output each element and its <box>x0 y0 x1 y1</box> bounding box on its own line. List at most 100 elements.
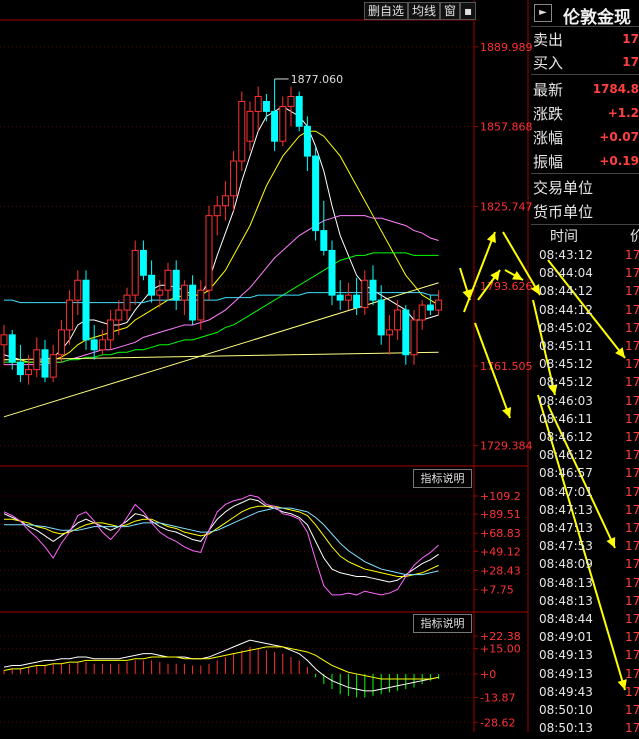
tick-price: 178 <box>625 375 639 390</box>
candle-body <box>148 274 156 296</box>
candle-body <box>410 319 418 356</box>
tick-row: 08:46:12 178 <box>531 430 639 448</box>
candle-body <box>221 195 229 207</box>
y-tick-label: +89.51 <box>480 508 521 521</box>
quote-panel: ► 伦敦金现 卖出 17 买入 17 最新 1784.8 涨跌 +1.2 涨幅 … <box>531 0 639 736</box>
candle-body <box>74 279 82 301</box>
tick-header: 时间 价 <box>531 224 639 249</box>
candle-body <box>320 230 328 251</box>
candle-body <box>8 334 16 363</box>
pct-row: 涨幅 +0.07 <box>531 124 639 149</box>
y-tick-label: +0 <box>480 668 496 681</box>
candle-body <box>426 304 434 311</box>
tick-time: 08:49:13 <box>539 666 593 681</box>
tick-price: 178 <box>625 612 639 626</box>
tick-price: 178 <box>625 630 639 645</box>
sell-value: 17 <box>622 32 639 46</box>
ma-button[interactable]: 均线 <box>408 2 441 20</box>
tick-row: 08:50:10 178 <box>531 703 639 721</box>
chart-toolbar: 删自选 均线 窗 ▪ <box>364 2 477 20</box>
candle-body <box>238 100 246 162</box>
candle-body <box>418 304 426 321</box>
y-tick-label: 1857.868 <box>480 121 533 134</box>
tick-row: 08:48:44 178 <box>531 612 639 630</box>
candle-body <box>66 299 74 331</box>
indicator-help-button-2[interactable]: 指标说明 <box>413 614 472 633</box>
buy-label: 买入 <box>533 54 564 72</box>
candle-body <box>254 95 262 112</box>
tick-price: 178 <box>625 411 639 426</box>
time-header: 时间 <box>550 229 578 245</box>
buy-value: 17 <box>622 55 639 69</box>
y-tick-label: 1825.747 <box>480 200 533 213</box>
tick-time: 08:46:03 <box>539 393 593 408</box>
candle-body <box>16 361 24 376</box>
last-row: 最新 1784.8 <box>531 76 639 101</box>
candle-body <box>328 249 336 296</box>
candle-body <box>0 334 8 346</box>
candle-body <box>33 349 41 371</box>
tick-row: 08:46:12 178 <box>531 448 639 466</box>
candle-body <box>172 269 180 301</box>
tick-row: 08:47:01 178 <box>531 485 639 503</box>
tick-time: 08:49:01 <box>539 630 593 645</box>
candle-body <box>336 294 344 301</box>
indicator-help-button-1[interactable]: 指标说明 <box>413 469 472 488</box>
candle-body <box>385 329 393 336</box>
y-tick-label: 1729.384 <box>480 440 533 453</box>
y-tick-label: +49.12 <box>480 545 521 558</box>
tick-time: 08:43:12 <box>539 248 593 262</box>
kdj-line-4 <box>3 494 439 596</box>
tick-time: 08:46:11 <box>539 411 593 426</box>
tick-row: 08:48:09 178 <box>531 557 639 575</box>
tick-time: 08:45:12 <box>539 357 593 372</box>
y-tick-label: 1889.989 <box>480 41 533 54</box>
candle-body <box>123 294 131 311</box>
candle-body <box>197 289 205 321</box>
tick-row: 08:44:12 178 <box>531 284 639 302</box>
tick-price: 178 <box>625 248 639 262</box>
candle-body <box>377 299 385 336</box>
y-tick-label: +109.2 <box>480 490 521 503</box>
amp-value: +0.19 <box>599 154 639 168</box>
candle-body <box>25 369 33 376</box>
tick-time: 08:47:53 <box>539 539 593 554</box>
last-value: 1784.8 <box>592 82 639 96</box>
quote-title-bar: ► 伦敦金现 <box>531 0 639 28</box>
kdj-line-1 <box>3 498 439 583</box>
tick-time: 08:49:43 <box>539 684 593 699</box>
tick-price: 178 <box>625 684 639 699</box>
tick-price: 178 <box>625 357 639 372</box>
tick-time: 08:45:11 <box>539 339 593 353</box>
tick-price: 178 <box>625 466 639 481</box>
candle-body <box>402 309 410 356</box>
candle-body <box>262 100 270 112</box>
amp-label: 振幅 <box>533 153 564 171</box>
candle-body <box>107 319 115 341</box>
tick-price: 178 <box>625 721 639 736</box>
window-button[interactable]: 窗 <box>440 2 461 20</box>
change-label: 涨跌 <box>533 105 564 123</box>
tick-row: 08:45:12 178 <box>531 375 639 393</box>
y-tick-label: +7.75 <box>480 584 514 597</box>
unit-label: 交易单位 <box>533 179 594 197</box>
tick-row: 08:48:13 178 <box>531 576 639 594</box>
tick-time: 08:44:12 <box>539 284 593 299</box>
amp-row: 振幅 +0.19 <box>531 148 639 174</box>
tick-row: 08:49:13 178 <box>531 667 639 685</box>
tick-time: 08:47:13 <box>539 521 593 535</box>
tick-time: 08:48:13 <box>539 575 593 590</box>
candle-body <box>287 95 295 107</box>
tick-time: 08:46:12 <box>539 448 593 463</box>
candle-body <box>344 294 352 301</box>
tick-time: 08:48:13 <box>539 593 593 608</box>
tick-row: 08:45:02 178 <box>531 321 639 339</box>
delete-watchlist-button[interactable]: 删自选 <box>364 2 409 20</box>
tick-time: 08:48:09 <box>539 557 593 572</box>
tick-time: 08:44:04 <box>539 266 593 281</box>
tick-price: 178 <box>625 430 639 444</box>
close-icon[interactable]: ▪ <box>460 2 477 20</box>
play-icon[interactable]: ► <box>534 4 552 22</box>
buy-row: 买入 17 <box>531 49 639 75</box>
tick-time: 08:50:13 <box>539 721 593 736</box>
